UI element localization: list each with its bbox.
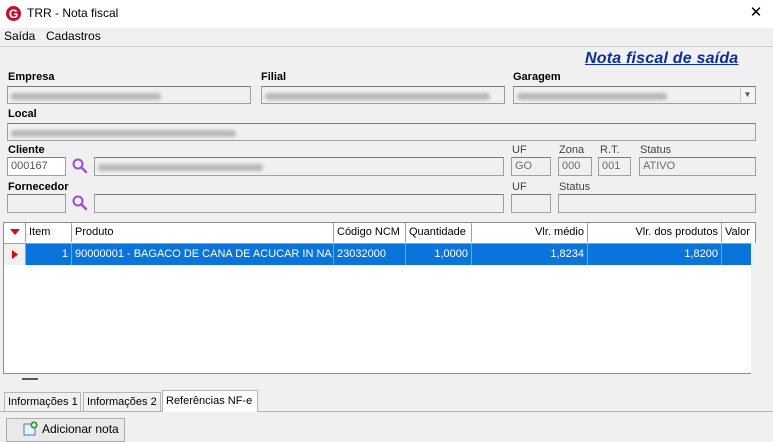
cell-item[interactable]: 1 <box>26 244 72 265</box>
cell-valor[interactable] <box>722 244 751 265</box>
fornecedor-uf-label: UF <box>512 181 527 193</box>
tab-referencias-nfe[interactable]: Referências NF-e <box>162 390 258 412</box>
menu-item-saida[interactable]: Saída <box>4 29 35 43</box>
fornecedor-uf-field[interactable] <box>511 194 551 213</box>
garagem-select[interactable]: ▼ <box>513 86 756 104</box>
col-header-produto[interactable]: Produto <box>72 223 334 242</box>
rt-field[interactable]: 001 <box>598 157 631 176</box>
grid-menu-icon[interactable] <box>4 223 26 242</box>
vertical-scrollbar[interactable] <box>751 243 756 374</box>
search-icon[interactable] <box>71 194 89 212</box>
window-title: TRR - Nota fiscal <box>27 6 119 20</box>
local-label: Local <box>8 108 37 120</box>
col-header-valor[interactable]: Valor <box>722 223 755 242</box>
svg-text:G: G <box>9 7 18 21</box>
cell-ncm[interactable]: 23032000 <box>334 244 406 265</box>
add-note-icon <box>23 421 39 436</box>
fornecedor-code-field[interactable] <box>7 194 66 213</box>
garagem-label: Garagem <box>513 71 561 83</box>
col-header-vlr-produtos[interactable]: Vlr. dos produtos <box>588 223 722 242</box>
tab-divider <box>0 411 773 412</box>
filial-label: Filial <box>261 71 287 83</box>
cell-produto[interactable]: 90000001 - BAGACO DE CANA DE ACUCAR IN N… <box>72 244 334 265</box>
col-header-ncm[interactable]: Código NCM <box>334 223 406 242</box>
menu-bar <box>0 28 773 46</box>
close-icon[interactable]: ✕ <box>744 3 768 23</box>
grid-header: Item Produto Código NCM Quantidade Vlr. … <box>4 223 755 244</box>
fornecedor-name-field[interactable] <box>94 194 504 213</box>
tab-informacoes-2[interactable]: Informações 2 <box>83 392 161 411</box>
fornecedor-label: Fornecedor <box>8 181 69 193</box>
filial-field[interactable] <box>261 86 505 104</box>
tab-informacoes-1[interactable]: Informações 1 <box>4 392 81 411</box>
uf-field[interactable]: GO <box>511 157 551 176</box>
cliente-name-field[interactable] <box>94 157 504 176</box>
zona-label: Zona <box>559 144 585 156</box>
search-icon[interactable] <box>71 157 89 175</box>
col-header-item[interactable]: Item <box>26 223 72 242</box>
cell-quantidade[interactable]: 1,0000 <box>406 244 472 265</box>
cell-vlr-produtos[interactable]: 1,8200 <box>588 244 722 265</box>
cliente-code-field[interactable]: 000167 <box>7 157 66 176</box>
app-logo-icon: G <box>5 5 22 22</box>
status-label: Status <box>640 144 672 156</box>
cliente-label: Cliente <box>8 144 45 156</box>
form-title: Nota fiscal de saída <box>585 50 739 67</box>
local-field[interactable] <box>7 123 756 141</box>
uf-label: UF <box>512 144 527 156</box>
zona-field[interactable]: 000 <box>558 157 592 176</box>
empresa-label: Empresa <box>8 71 55 83</box>
cell-vlr-medio[interactable]: 1,8234 <box>472 244 588 265</box>
fornecedor-status-label: Status <box>559 181 591 193</box>
empresa-field[interactable] <box>7 86 251 104</box>
rt-label: R.T. <box>600 144 620 156</box>
table-row[interactable]: 1 90000001 - BAGACO DE CANA DE ACUCAR IN… <box>4 244 751 265</box>
menu-item-cadastros[interactable]: Cadastros <box>46 29 101 43</box>
horizontal-scroll-thumb[interactable] <box>22 378 38 380</box>
fornecedor-status-field[interactable] <box>558 194 756 213</box>
status-field[interactable]: ATIVO <box>639 157 756 176</box>
col-header-quantidade[interactable]: Quantidade <box>406 223 472 242</box>
col-header-vlr-medio[interactable]: Vlr. médio <box>472 223 588 242</box>
chevron-down-icon[interactable]: ▼ <box>740 88 754 102</box>
